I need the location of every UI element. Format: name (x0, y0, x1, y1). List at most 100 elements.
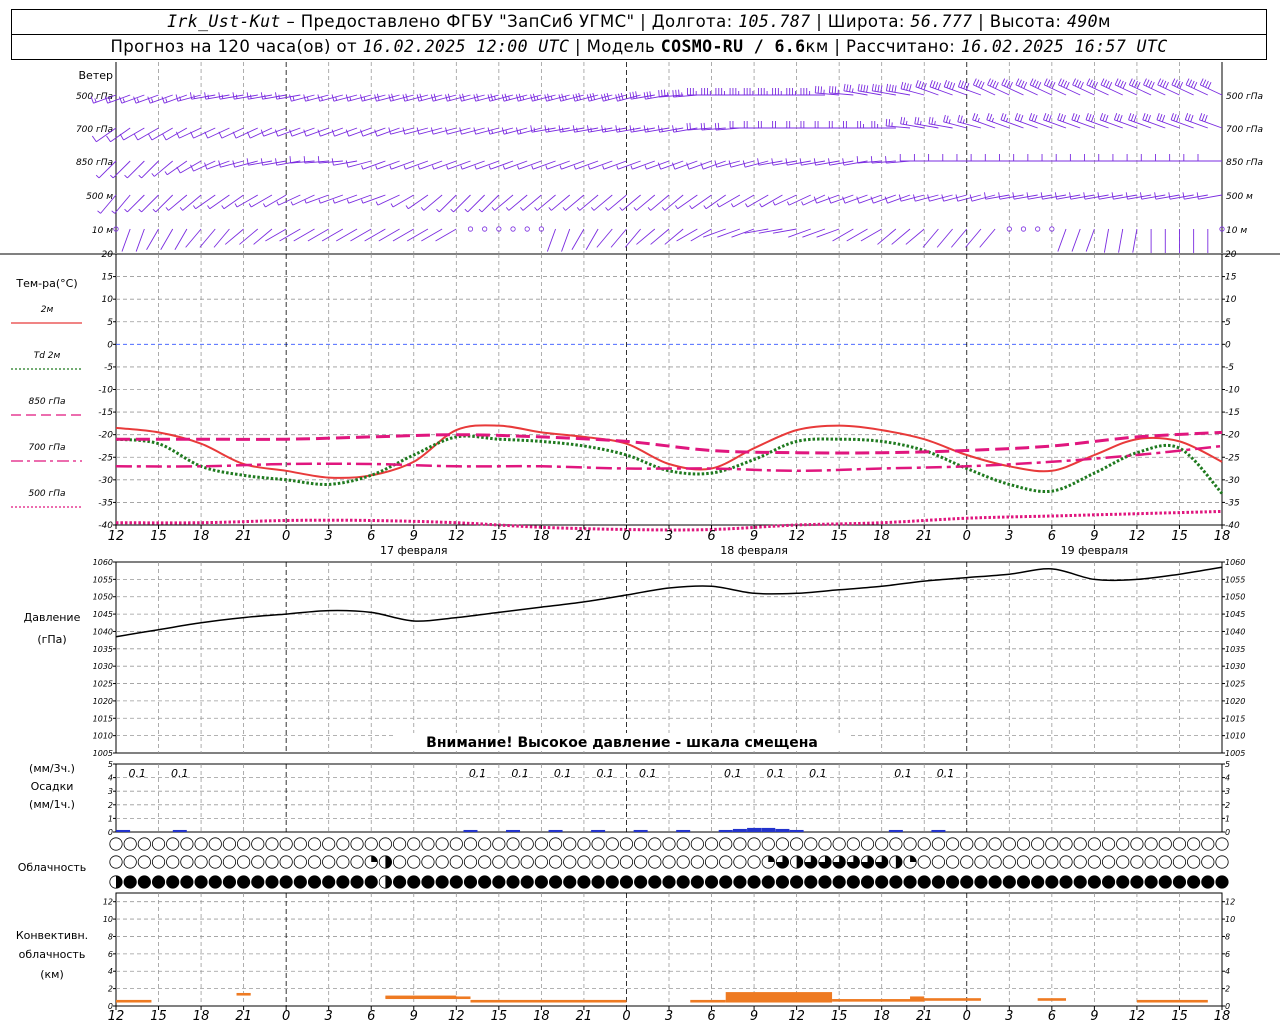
hour-tick-label: 6 (367, 529, 375, 544)
wind-barb-feather (1018, 79, 1022, 87)
y-tick-label-left: 4 (108, 774, 113, 783)
wind-barb-feather (331, 158, 334, 166)
wind-barb (1199, 119, 1223, 129)
cloud-cover-symbol (194, 837, 208, 851)
wind-barb-feather (1143, 78, 1147, 86)
cloud-cover-symbol (591, 837, 605, 851)
wind-barb-feather (834, 86, 837, 94)
wind-barb-feather (234, 203, 238, 208)
hour-tick-label-bottom: 15 (150, 1009, 167, 1024)
wind-barb (607, 194, 627, 211)
cloud-cover-symbol (265, 837, 279, 851)
wind-barb (617, 160, 641, 170)
cloud-cover-symbol (548, 875, 563, 889)
wind-barb-feather (218, 131, 223, 139)
wind-barb (551, 194, 571, 211)
wind-barb-feather (520, 207, 524, 211)
wind-barb (164, 94, 188, 104)
wind-barb (504, 160, 528, 170)
wind-barb-feather (972, 78, 977, 86)
wind-barb-feather (405, 205, 409, 210)
precip-bar (506, 829, 521, 832)
cloud-cover-symbol (1172, 855, 1187, 869)
convective-cloud-bar (236, 992, 251, 996)
wind-barb (135, 94, 159, 104)
wind-barb (664, 228, 684, 245)
cloud-cover-symbol (662, 875, 676, 889)
cloud-cover-symbol (166, 855, 180, 869)
wind-level-label-right: 850 гПа (1226, 158, 1263, 168)
cloud-cover-fill (385, 855, 392, 869)
wind-barb-feather (1065, 81, 1070, 89)
wind-barb-feather (335, 96, 338, 101)
cloud-cover-symbol (123, 837, 137, 851)
wind-barb-feather (564, 95, 567, 100)
wind-barb (1057, 119, 1081, 129)
cloud-cover-symbol (435, 837, 449, 851)
precip-bar (775, 828, 790, 832)
wind-barb-feather (106, 135, 111, 143)
wind-barb-feather (1099, 113, 1104, 120)
wind-barb-feather (590, 207, 595, 211)
cloud-cover-symbol (350, 837, 364, 851)
cloud-cover-symbol (137, 875, 151, 889)
wind-barb-feather (658, 90, 660, 98)
wind-barb (1142, 119, 1166, 129)
wind-barb-feather (884, 196, 888, 204)
wind-barb (333, 94, 358, 102)
wind-barb-feather (646, 91, 649, 99)
wind-barb-feather (903, 82, 907, 90)
precip-value-label: 0.1 (724, 767, 742, 780)
wind-barb-feather (602, 165, 605, 170)
cloud-cover-symbol (1045, 875, 1059, 889)
cloud-cover-symbol (634, 855, 648, 869)
y-tick-label-left: 10 (102, 295, 114, 305)
wind-barb-feather (260, 158, 263, 166)
wind-barb-feather (918, 81, 922, 88)
wind-barb (1118, 228, 1124, 253)
wind-barb-feather (533, 127, 536, 132)
wind-barb-feather (870, 196, 874, 204)
wind-barb (114, 194, 131, 214)
wind-barb-feather (661, 207, 666, 211)
wind-barb-feather (1100, 78, 1105, 86)
cloud-cover-symbol (903, 837, 917, 851)
wind-barb (688, 160, 712, 170)
wind-barb (263, 127, 287, 137)
cloud-cover-symbol (506, 875, 520, 889)
hour-tick-label: 9 (410, 529, 418, 544)
wind-calm-mark (524, 226, 530, 232)
wind-barb-feather (374, 129, 378, 137)
wind-barb-feather (1057, 113, 1061, 120)
wind-barb (1043, 119, 1067, 129)
wind-barb (447, 127, 471, 135)
cloud-cover-symbol (974, 875, 988, 889)
cloud-cover-symbol (463, 855, 478, 869)
wind-barb-feather (870, 156, 873, 164)
wind-barb-feather (1157, 78, 1162, 86)
cloud-cover-symbol (676, 837, 690, 851)
hour-tick-label-bottom: 18 (1214, 1009, 1231, 1024)
wind-barb (1170, 119, 1194, 129)
wind-barb (575, 160, 599, 170)
wind-barb-feather (545, 165, 548, 170)
wind-barb-feather (994, 81, 999, 89)
wind-barb-feather (502, 165, 506, 170)
cloud-cover-symbol (719, 837, 733, 851)
cloud-cover-symbol (293, 837, 307, 851)
hour-tick-label: 6 (1048, 529, 1056, 544)
wind-barb-feather (1054, 192, 1058, 200)
wind-barb-feather (885, 83, 889, 91)
y-tick-label-right: 6 (1225, 950, 1230, 959)
wind-barb-feather (871, 83, 874, 91)
wind-barb (419, 160, 443, 170)
temp-legend-label: 850 гПа (28, 397, 65, 407)
hour-tick-label-bottom: 6 (367, 1009, 375, 1024)
wind-barb-feather (874, 84, 877, 92)
wind-barb (830, 194, 854, 204)
wind-barb-feather (817, 86, 820, 94)
convective-cloud-bar (385, 996, 471, 1000)
cloud-cover-symbol (875, 875, 889, 889)
cloud-cover-symbol (449, 837, 463, 851)
y-tick-label-left: 1025 (93, 680, 113, 689)
